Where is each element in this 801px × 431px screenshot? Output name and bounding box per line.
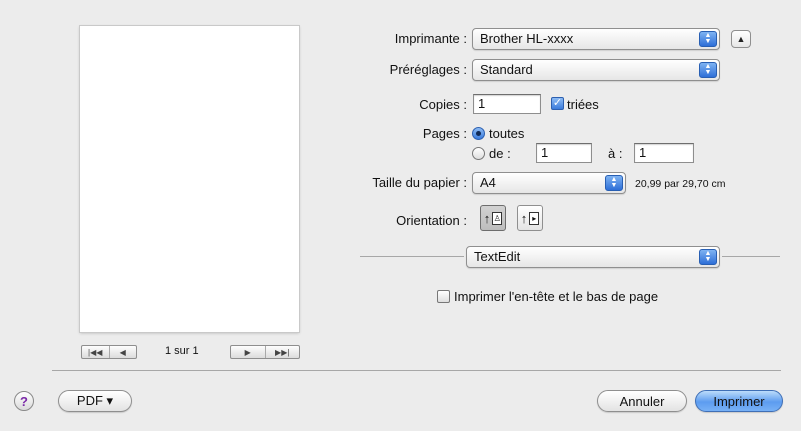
pdf-menu-label: PDF ▾ [76,393,114,408]
header-footer-checkbox[interactable] [437,290,450,303]
landscape-page-icon: ▸ [529,211,540,225]
pages-label: Pages : [422,126,467,141]
paper-size-value: A4 [480,175,496,190]
paper-size-label: Taille du papier : [372,175,467,190]
popup-arrows-icon: ▲ ▼ [699,31,717,47]
collated-checkbox[interactable]: ✓ [551,97,564,110]
printer-value: Brother HL-xxxx [480,31,574,46]
pages-from-field[interactable]: 1 [536,143,592,163]
last-page-button[interactable]: ▶▶| [264,346,300,358]
up-arrow-icon: ↑ [483,210,491,226]
printer-popup[interactable]: Brother HL-xxxx ▲ ▼ [472,28,720,50]
section-separator-right [722,256,780,257]
print-label: Imprimer [713,393,765,409]
first-page-button[interactable]: |◀◀ [82,346,109,358]
portrait-page-icon: ♙ [492,211,503,225]
help-button[interactable]: ? [14,391,34,411]
popup-arrows-icon: ▲ ▼ [605,175,623,191]
popup-arrows-icon: ▲ ▼ [699,249,717,265]
previous-page-button[interactable]: ◀ [108,346,137,358]
section-separator-left [360,256,464,257]
preview-nav-forward: ▶ ▶▶| [230,345,300,359]
presets-value: Standard [480,62,533,77]
up-arrow-icon: ↑ [520,210,528,226]
paper-size-popup[interactable]: A4 ▲ ▼ [472,172,626,194]
pdf-menu-button[interactable]: PDF ▾ [58,390,132,412]
pages-to-label: à : [608,146,623,161]
page-indicator: 1 sur 1 [165,345,199,357]
copies-label: Copies : [419,97,467,112]
pages-all-radio[interactable] [472,127,485,140]
collapse-icon: ▲ [736,34,746,44]
copies-field[interactable]: 1 [473,94,541,114]
collated-label: triées [567,97,599,112]
orientation-portrait-button[interactable]: ↑ ♙ [480,205,506,231]
header-footer-label: Imprimer l'en-tête et le bas de page [454,289,659,304]
orientation-label: Orientation : [396,213,467,228]
pages-all-label: toutes [489,126,525,141]
cancel-label: Annuler [619,393,665,409]
page-preview [80,26,299,332]
printer-label: Imprimante : [394,31,467,46]
collapse-details-button[interactable]: ▲ [731,30,751,48]
section-popup-value: TextEdit [474,249,521,264]
print-button[interactable]: Imprimer [695,390,783,412]
popup-arrows-icon: ▲ ▼ [699,62,717,78]
presets-popup[interactable]: Standard ▲ ▼ [472,59,720,81]
cancel-button[interactable]: Annuler [597,390,687,412]
next-page-button[interactable]: ▶ [231,346,265,358]
section-popup[interactable]: TextEdit ▲ ▼ [466,246,720,268]
orientation-landscape-button[interactable]: ↑ ▸ [517,205,543,231]
help-icon: ? [20,393,28,409]
paper-dimensions: 20,99 par 29,70 cm [635,178,726,190]
footer-separator [52,370,781,371]
preview-nav-back: |◀◀ ◀ [81,345,137,359]
pages-range-radio[interactable] [472,147,485,160]
pages-to-field[interactable]: 1 [634,143,694,163]
checkmark-icon: ✓ [552,97,563,109]
presets-label: Préréglages : [389,62,467,77]
pages-range-label: de : [489,146,511,161]
